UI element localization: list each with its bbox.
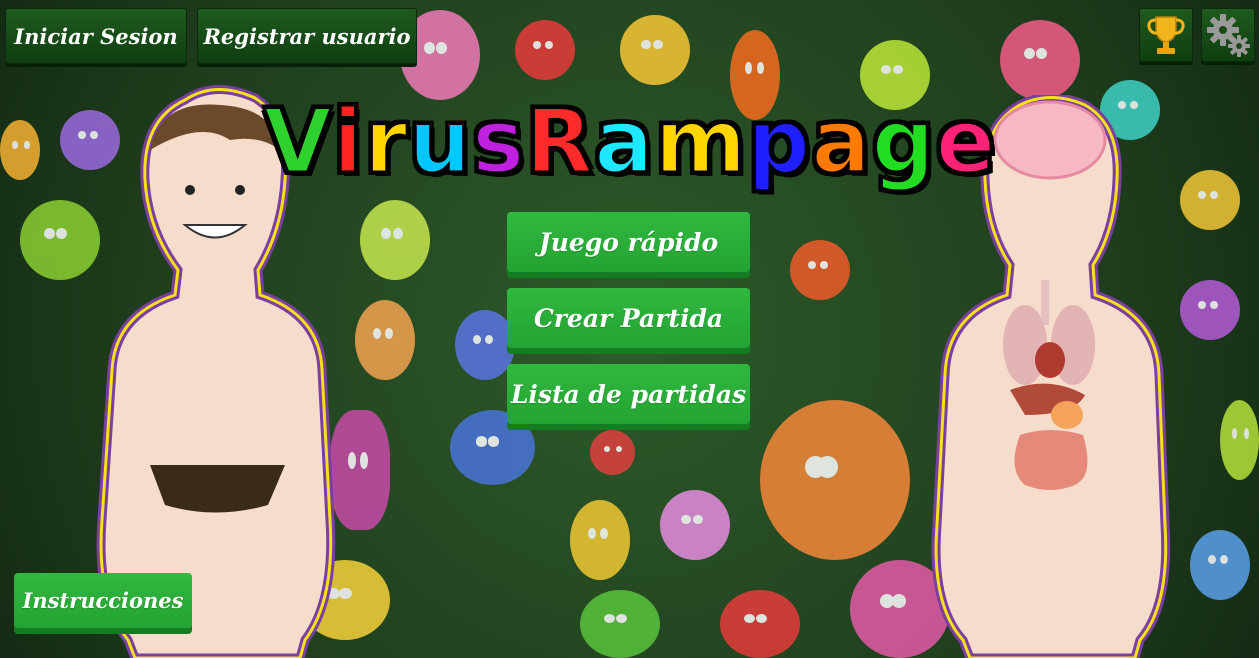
title-letter: R [524,88,595,194]
gears-icon [1207,14,1250,57]
title-letter: m [653,88,748,194]
title-letter: V [262,88,333,194]
title-letter: s [471,88,526,194]
login-button[interactable]: Iniciar Sesion [5,8,187,64]
title-letter: g [870,88,936,194]
game-list-button[interactable]: Lista de partidas [507,364,750,424]
title-letter: u [407,88,473,194]
title-letter: r [362,88,409,194]
settings-button[interactable] [1201,8,1255,62]
trophy-icon [1147,16,1185,54]
quick-game-button[interactable]: Juego rápido [507,212,750,272]
instructions-button[interactable]: Instrucciones [14,573,192,628]
game-title: V i r u s R a m p a g e [262,86,997,196]
ranking-button[interactable] [1139,8,1193,62]
title-letter: p [746,88,812,194]
title-letter: a [593,88,655,194]
title-letter: a [810,88,872,194]
register-button[interactable]: Registrar usuario [197,8,417,64]
create-game-button[interactable]: Crear Partida [507,288,750,348]
title-letter: e [934,88,997,194]
title-letter: i [331,88,364,194]
